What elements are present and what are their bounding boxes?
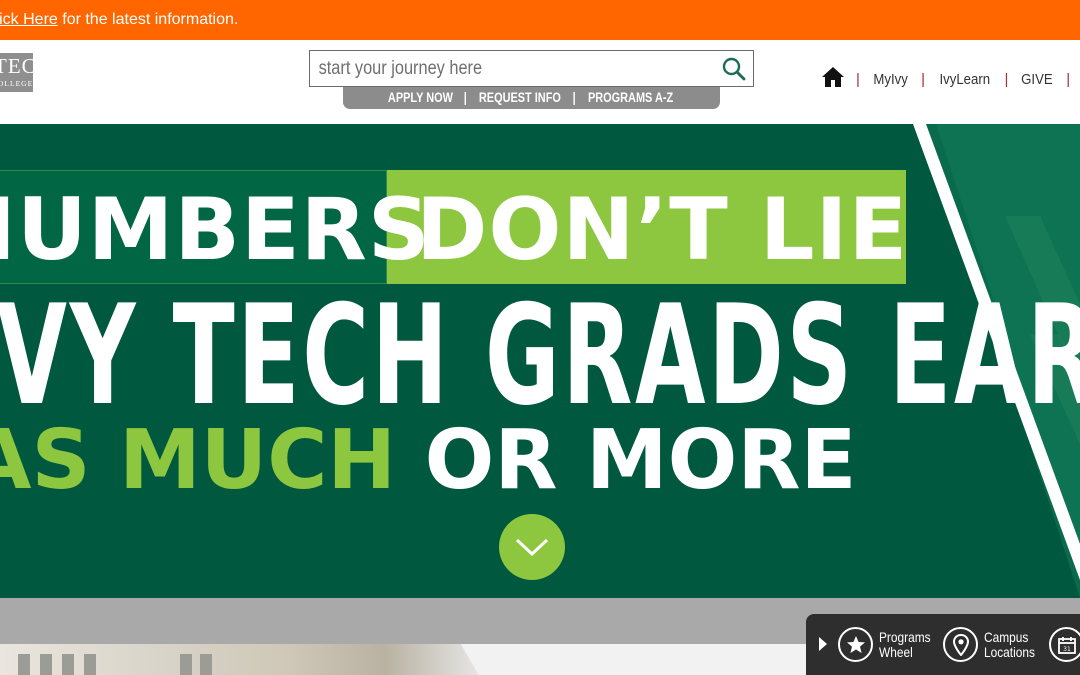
calendar-day-number: 31 <box>1063 646 1071 653</box>
alert-message: Click Here for the latest information. <box>0 0 238 40</box>
alert-text: for the latest information. <box>57 11 239 28</box>
give-link[interactable]: GIVE <box>1022 71 1054 88</box>
logo-wordmark-bottom: COLLEGE <box>0 79 33 88</box>
headline-or-more: OR MORE <box>396 413 857 508</box>
quick-access-bar: Programs Wheel Campus Locations 31 <box>806 614 1080 675</box>
headline-numbers: NUMBERS <box>0 180 431 280</box>
programs-wheel-label: Programs Wheel <box>879 628 931 660</box>
headline-grads-earn: IVY TECH GRADS EARN <box>0 275 1080 436</box>
headline-as-much-or-more: AS MUCH OR MORE <box>0 416 856 506</box>
programs-a-z-link[interactable]: PROGRAMS A-Z <box>588 87 673 109</box>
campus-photo <box>0 644 480 675</box>
search-icon[interactable] <box>721 56 747 82</box>
myivy-link[interactable]: MyIvy <box>873 71 907 88</box>
ivylearn-link[interactable]: IvyLearn <box>939 71 990 88</box>
page: Click Here for the latest information. T… <box>0 0 1080 675</box>
logo-wordmark-top: TECH <box>0 54 33 78</box>
chevron-down-icon <box>515 538 549 556</box>
utility-nav: | MyIvy | IvyLearn | GIVE | <box>821 64 1080 94</box>
search-box <box>309 50 754 87</box>
request-info-link[interactable]: REQUEST INFO <box>479 87 561 109</box>
home-icon[interactable] <box>821 66 845 92</box>
star-icon <box>838 627 873 662</box>
nav-separator: | <box>1066 70 1071 88</box>
nav-separator: | <box>856 70 860 88</box>
nav-separator: | <box>1004 70 1009 88</box>
campus-locations-button[interactable]: Campus Locations <box>943 627 1044 662</box>
calendar-icon: 31 <box>1049 627 1080 662</box>
programs-wheel-button[interactable]: Programs Wheel <box>838 627 940 662</box>
quick-links-separator: | <box>573 90 577 105</box>
caret-right-icon[interactable] <box>818 636 828 657</box>
map-pin-icon <box>943 627 978 662</box>
campus-locations-label: Campus Locations <box>984 628 1035 660</box>
alert-link[interactable]: Click Here <box>0 11 58 28</box>
quick-links-bar: APPLY NOW | REQUEST INFO | PROGRAMS A-Z <box>343 87 720 109</box>
site-header: TECH COLLEGE APPLY NOW | REQUEST INFO | PROG… <box>0 40 1080 124</box>
nav-separator: | <box>921 70 925 88</box>
scroll-down-button[interactable] <box>499 514 565 580</box>
quick-links-separator: | <box>464 90 468 105</box>
hero-banner: NUMBERS DON’T LIE IVY TECH GRADS EARN AS… <box>0 124 1080 598</box>
headline-as-much: AS MUCH <box>0 413 397 508</box>
alert-bar: Click Here for the latest information. <box>0 0 1080 40</box>
apply-now-link[interactable]: APPLY NOW <box>388 87 453 109</box>
college-logo[interactable]: TECH COLLEGE <box>0 53 33 92</box>
calendar-button[interactable]: 31 <box>1049 627 1080 662</box>
headline-dont-lie: DON’T LIE <box>416 180 909 280</box>
search-input[interactable] <box>310 51 654 86</box>
